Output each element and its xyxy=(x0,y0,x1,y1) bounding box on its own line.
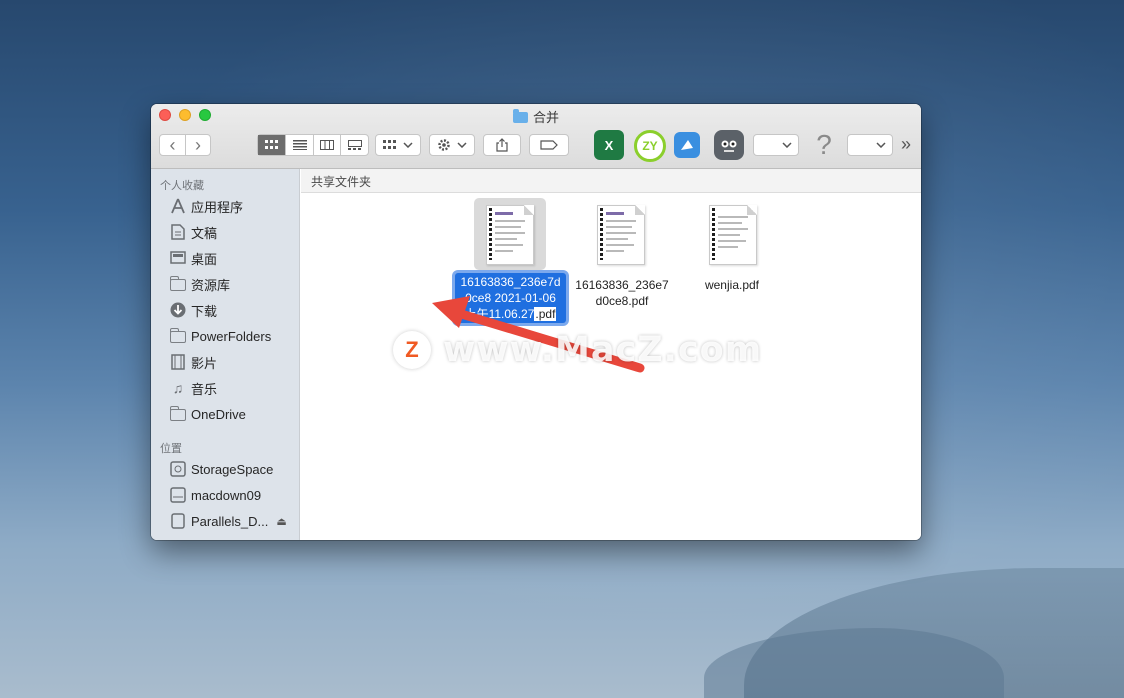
toolbar-dropdown-1[interactable] xyxy=(753,134,799,156)
finder-window: 合并 ‹ › X ZY ? » 个人收藏 应用程序 文稿 桌面 资源库 下载 P… xyxy=(151,104,921,540)
sidebar-item-label: OneDrive xyxy=(191,406,246,422)
file-name-part: 上午11.06.27 xyxy=(464,307,535,321)
toolbar-overflow-button[interactable]: » xyxy=(901,134,911,155)
paw-icon[interactable] xyxy=(674,132,700,158)
chevron-down-icon xyxy=(457,142,467,148)
locations-heading: 位置 xyxy=(160,443,182,455)
folder-icon xyxy=(169,328,187,344)
downloads-icon xyxy=(169,302,187,318)
pdf-icon xyxy=(486,205,534,265)
titlebar: 合并 ‹ › X ZY ? » xyxy=(151,104,921,169)
tag-icon xyxy=(540,140,558,150)
watermark: Z www.MacZ.com xyxy=(393,330,762,370)
excel-icon[interactable]: X xyxy=(594,130,624,160)
eject-icon[interactable]: ⏏ xyxy=(276,515,286,528)
sidebar-item-downloads[interactable]: 下载 xyxy=(169,299,217,321)
forward-button[interactable]: › xyxy=(184,134,210,155)
file-name[interactable]: 16163836_236e7 d0ce8.pdf xyxy=(567,277,677,309)
window-title-text: 合并 xyxy=(532,110,559,125)
chevron-double-right-icon: » xyxy=(901,134,912,154)
sidebar-item-label: macdown09 xyxy=(191,487,262,503)
watermark-text: www.MacZ.com xyxy=(443,330,763,370)
robot-icon[interactable] xyxy=(714,130,744,160)
sidebar-item-applications[interactable]: 应用程序 xyxy=(169,195,243,217)
chevron-down-icon xyxy=(403,142,413,148)
chevron-down-icon xyxy=(782,142,792,148)
applications-icon xyxy=(169,198,187,214)
share-icon xyxy=(496,138,508,152)
sidebar-item-desktop[interactable]: 桌面 xyxy=(169,247,217,269)
sidebar-item-parallels[interactable]: Parallels_D... ⏏ xyxy=(169,510,287,532)
sidebar-item-label: 影片 xyxy=(191,355,218,371)
shared-folder-header: 共享文件夹 xyxy=(301,169,921,193)
file-name-extension: .pdf xyxy=(534,307,557,321)
action-menu[interactable] xyxy=(429,134,475,156)
sidebar-item-storagespace[interactable]: StorageSpace xyxy=(169,458,273,480)
column-view-icon xyxy=(320,140,335,150)
zy-icon[interactable]: ZY xyxy=(634,130,666,162)
gallery-view-button[interactable] xyxy=(340,135,368,155)
list-view-button[interactable] xyxy=(285,135,313,155)
sidebar-item-label: Parallels_D... xyxy=(191,513,269,529)
watermark-logo-icon: Z xyxy=(393,331,431,369)
chevron-left-icon: ‹ xyxy=(169,134,176,155)
sidebar-item-label: 下载 xyxy=(191,303,218,319)
sidebar-item-documents[interactable]: 文稿 xyxy=(169,221,217,243)
tags-button[interactable] xyxy=(529,134,569,156)
file-name-line: d0ce8.pdf xyxy=(595,294,649,308)
disk-icon xyxy=(169,487,187,503)
movies-icon xyxy=(169,354,187,370)
sidebar-item-powerfolders[interactable]: PowerFolders xyxy=(169,325,271,347)
grid-icon xyxy=(383,140,396,149)
favorites-heading: 个人收藏 xyxy=(160,180,204,192)
sidebar-item-music[interactable]: ♫ 音乐 xyxy=(169,377,217,399)
nav-buttons: ‹ › xyxy=(159,134,211,156)
group-by-menu[interactable] xyxy=(375,134,421,156)
disk-icon xyxy=(169,461,187,477)
folder-icon xyxy=(169,406,187,422)
disk-icon xyxy=(169,513,187,529)
help-icon[interactable]: ? xyxy=(809,129,839,160)
gear-icon xyxy=(438,139,450,151)
sidebar-item-macdown09[interactable]: macdown09 xyxy=(169,484,261,506)
folder-icon xyxy=(169,276,187,292)
sidebar-item-onedrive[interactable]: OneDrive xyxy=(169,403,246,425)
file-name-line: 上午11.06.27.pdf xyxy=(458,306,563,322)
view-mode-control xyxy=(257,134,369,156)
music-icon: ♫ xyxy=(172,380,184,396)
column-view-button[interactable] xyxy=(312,135,341,155)
share-button[interactable] xyxy=(483,134,521,156)
sidebar-item-label: 桌面 xyxy=(191,251,218,267)
desktop-icon xyxy=(169,250,187,266)
sidebar-item-label: 音乐 xyxy=(191,381,218,397)
folder-icon xyxy=(512,109,528,123)
list-view-icon xyxy=(292,140,307,150)
sidebar-item-library[interactable]: 资源库 xyxy=(169,273,230,295)
icon-view-icon xyxy=(264,140,278,149)
file-name-selected[interactable]: 16163836_236e7d 0ce8 2021-01-06 上午11.06.… xyxy=(455,273,566,323)
documents-icon xyxy=(169,224,187,240)
sidebar-item-label: 应用程序 xyxy=(191,199,244,215)
chevron-down-icon xyxy=(876,142,886,148)
sidebar-item-label: PowerFolders xyxy=(191,328,272,344)
gallery-view-icon xyxy=(347,140,362,150)
file-name-line: 16163836_236e7 xyxy=(575,278,669,292)
sidebar-item-label: StorageSpace xyxy=(191,461,274,477)
sidebar: 个人收藏 应用程序 文稿 桌面 资源库 下载 PowerFolders 影片 ♫… xyxy=(151,169,300,540)
back-button[interactable]: ‹ xyxy=(160,135,185,155)
pdf-icon[interactable] xyxy=(597,205,645,265)
sidebar-item-movies[interactable]: 影片 xyxy=(169,351,217,373)
file-name-line: 16163836_236e7d xyxy=(460,275,561,289)
file-name-line: wenjia.pdf xyxy=(704,278,760,292)
chevron-right-icon: › xyxy=(194,134,201,155)
toolbar-dropdown-2[interactable] xyxy=(847,134,893,156)
icon-view-button[interactable] xyxy=(258,135,286,155)
file-name-line: 0ce8 2021-01-06 xyxy=(465,291,556,305)
pdf-icon[interactable] xyxy=(709,205,757,265)
file-name[interactable]: wenjia.pdf xyxy=(677,277,787,293)
shared-folder-label: 共享文件夹 xyxy=(311,175,372,189)
window-title: 合并 xyxy=(151,107,921,126)
sidebar-item-label: 资源库 xyxy=(191,277,231,293)
sidebar-item-label: 文稿 xyxy=(191,225,218,241)
